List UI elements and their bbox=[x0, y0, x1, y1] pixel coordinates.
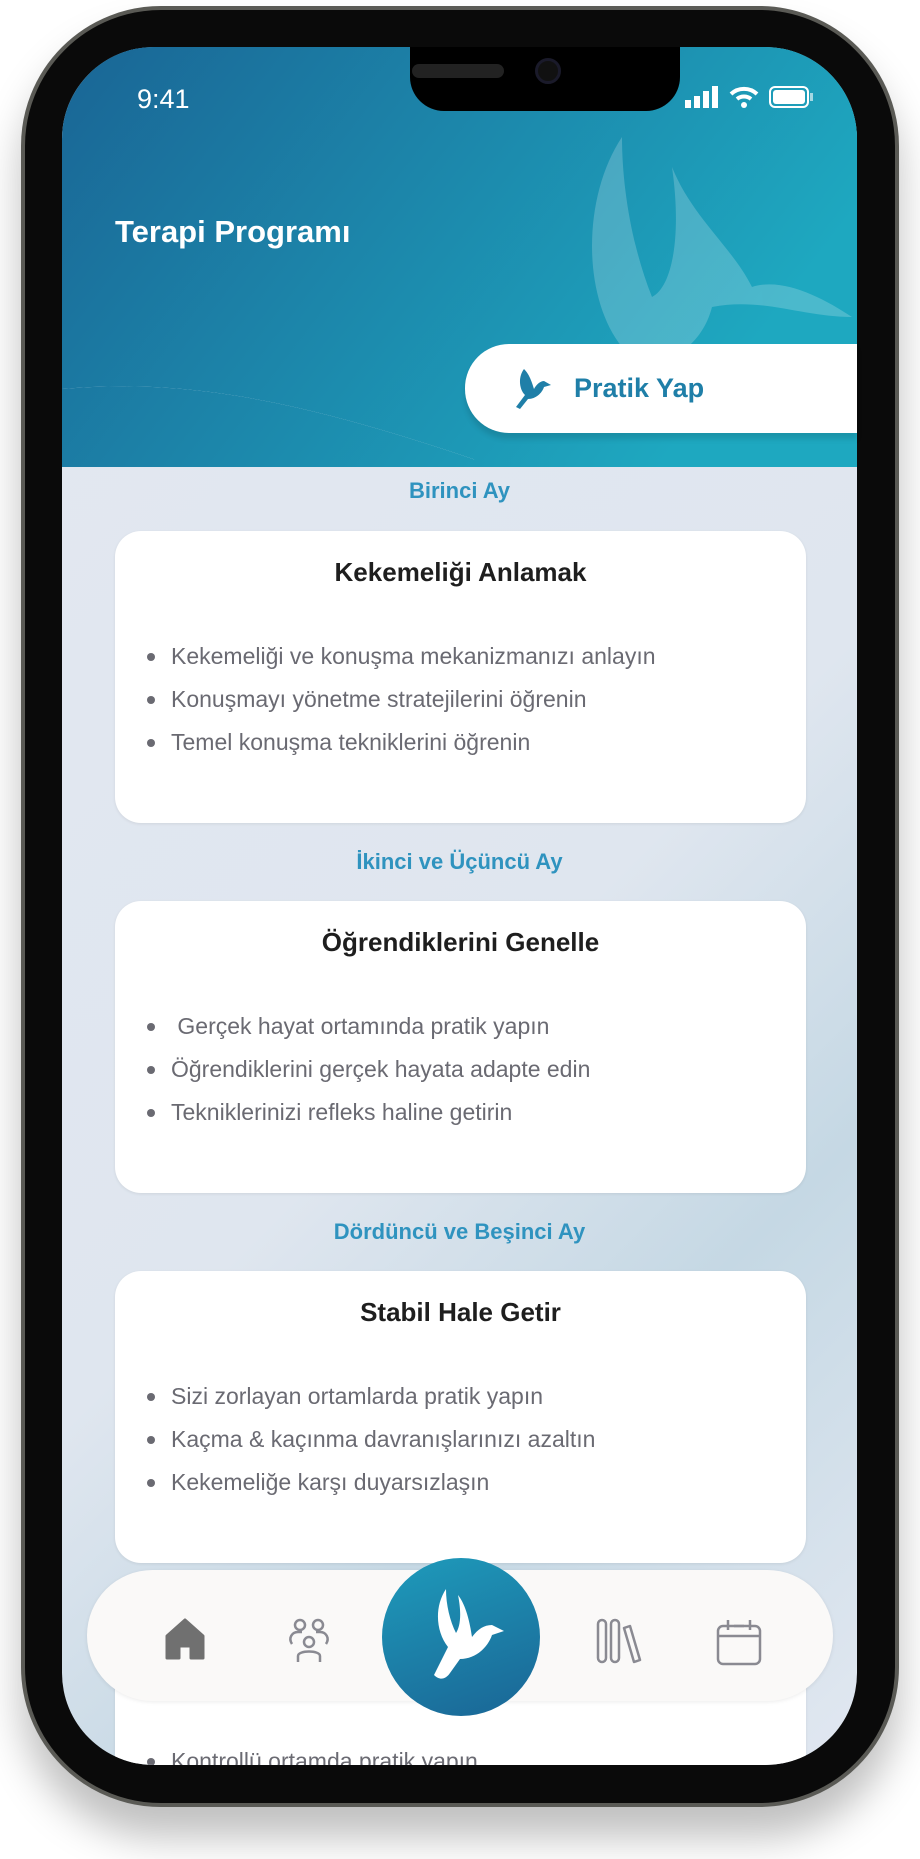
card-list: Kontrollü ortamda pratik yapın bbox=[147, 1740, 478, 1765]
card-title: Kekemeliği Anlamak bbox=[334, 557, 587, 587]
practice-center-button[interactable] bbox=[382, 1558, 540, 1716]
wifi-icon bbox=[729, 86, 759, 108]
status-icons bbox=[685, 86, 813, 108]
community-icon[interactable] bbox=[286, 1618, 332, 1664]
program-card[interactable]: Stabil Hale Getir Sizi zorlayan ortamlar… bbox=[115, 1271, 806, 1563]
list-item: Kekemeliği ve konuşma mekanizmanızı anla… bbox=[147, 635, 656, 678]
card-list: Sizi zorlayan ortamlarda pratik yapın Ka… bbox=[147, 1375, 595, 1504]
status-time: 9:41 bbox=[137, 84, 190, 114]
list-item: Temel konuşma tekniklerini öğrenin bbox=[147, 721, 656, 764]
list-item: Kaçma & kaçınma davranışlarınızı azaltın bbox=[147, 1418, 595, 1461]
speaker bbox=[412, 64, 504, 78]
battery-icon bbox=[769, 86, 813, 108]
month-label: İkinci ve Üçüncü Ay bbox=[356, 849, 563, 874]
calendar-icon[interactable] bbox=[716, 1618, 762, 1666]
list-item: Gerçek hayat ortamında pratik yapın bbox=[147, 1005, 590, 1048]
list-item: Kontrollü ortamda pratik yapın bbox=[147, 1740, 478, 1765]
list-item: Tekniklerinizi refleks haline getirin bbox=[147, 1091, 590, 1134]
page-title: Terapi Programı bbox=[115, 214, 351, 249]
month-label: Birinci Ay bbox=[408, 478, 511, 503]
card-list: Kekemeliği ve konuşma mekanizmanızı anla… bbox=[147, 635, 656, 764]
camera bbox=[535, 58, 561, 84]
list-item: Konuşmayı yönetme stratejilerini öğrenin bbox=[147, 678, 656, 721]
practice-button[interactable]: Pratik Yap bbox=[465, 344, 857, 433]
bird-icon bbox=[434, 1589, 504, 1679]
list-item: Sizi zorlayan ortamlarda pratik yapın bbox=[147, 1375, 595, 1418]
program-card[interactable]: Kekemeliği Anlamak Kekemeliği ve konuşma… bbox=[115, 531, 806, 823]
program-card[interactable]: Öğrendiklerini Genelle Gerçek hayat orta… bbox=[115, 901, 806, 1193]
signal-icon bbox=[685, 86, 718, 108]
card-title: Stabil Hale Getir bbox=[360, 1297, 561, 1327]
bird-icon bbox=[516, 368, 551, 409]
month-label: Dördüncü ve Beşinci Ay bbox=[333, 1219, 586, 1244]
practice-button-label: Pratik Yap bbox=[574, 373, 705, 403]
library-icon[interactable] bbox=[596, 1618, 642, 1664]
list-item: Kekemeliğe karşı duyarsızlaşın bbox=[147, 1461, 595, 1504]
home-icon[interactable] bbox=[163, 1618, 207, 1662]
list-item: Öğrendiklerini gerçek hayata adapte edin bbox=[147, 1048, 590, 1091]
card-title: Öğrendiklerini Genelle bbox=[321, 927, 600, 957]
card-list: Gerçek hayat ortamında pratik yapın Öğre… bbox=[147, 1005, 590, 1134]
